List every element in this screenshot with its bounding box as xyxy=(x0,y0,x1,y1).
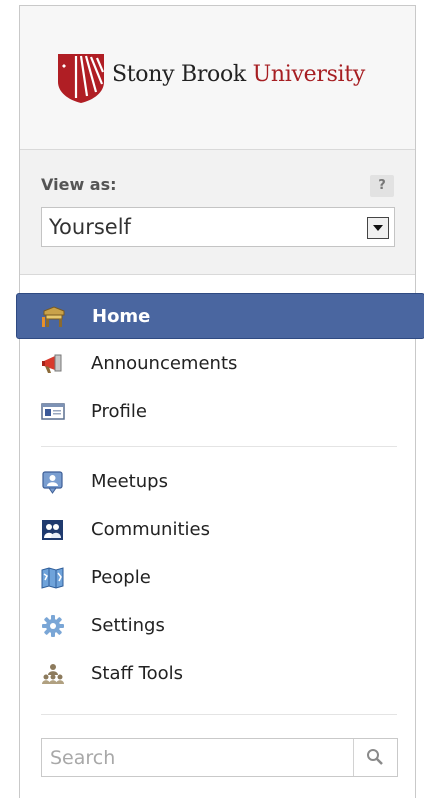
search-box xyxy=(41,738,398,777)
home-icon xyxy=(41,305,65,329)
people-icon xyxy=(40,566,64,590)
search-button[interactable] xyxy=(353,739,397,776)
sidebar-panel: Stony Brook University View as: ? Yourse… xyxy=(16,5,424,798)
nav-label-people: People xyxy=(91,567,151,588)
communities-icon xyxy=(40,518,64,542)
university-logo-text: Stony Brook University xyxy=(112,62,365,87)
profile-card-icon xyxy=(40,400,65,424)
nav-label-staff-tools: Staff Tools xyxy=(91,663,183,684)
nav-label-communities: Communities xyxy=(91,519,210,540)
staff-tools-icon xyxy=(40,662,64,686)
search-input[interactable] xyxy=(42,739,352,776)
megaphone-icon xyxy=(40,352,64,376)
help-button[interactable]: ? xyxy=(370,175,394,197)
nav-label-home: Home xyxy=(92,306,151,327)
nav-divider xyxy=(41,714,397,715)
nav-label-profile: Profile xyxy=(91,401,147,422)
view-as-select[interactable]: Yourself xyxy=(41,207,395,247)
logo-primary-text: Stony Brook xyxy=(112,62,246,87)
view-as-section: View as: ? Yourself xyxy=(20,150,415,275)
logo-area: Stony Brook University xyxy=(20,6,415,150)
meetups-icon xyxy=(40,470,64,494)
nav-item-staff-tools[interactable]: Staff Tools xyxy=(16,651,424,697)
nav-label-settings: Settings xyxy=(91,615,165,636)
logo-secondary-text: University xyxy=(252,62,366,87)
nav-item-announcements[interactable]: Announcements xyxy=(16,341,424,387)
nav-divider xyxy=(41,446,397,447)
nav-item-profile[interactable]: Profile xyxy=(16,389,424,435)
search-icon xyxy=(367,749,383,765)
nav-item-people[interactable]: People xyxy=(16,555,424,601)
gear-icon xyxy=(40,614,64,638)
view-as-selected-value: Yourself xyxy=(49,215,131,239)
nav-item-settings[interactable]: Settings xyxy=(16,603,424,649)
nav-label-meetups: Meetups xyxy=(91,471,168,492)
nav-item-meetups[interactable]: Meetups xyxy=(16,459,424,505)
view-as-label: View as: xyxy=(41,175,117,194)
university-shield-icon xyxy=(56,52,106,108)
nav-label-announcements: Announcements xyxy=(91,353,238,374)
nav-item-communities[interactable]: Communities xyxy=(16,507,424,553)
chevron-down-icon[interactable] xyxy=(367,217,389,239)
nav-item-home[interactable]: Home xyxy=(16,293,424,339)
